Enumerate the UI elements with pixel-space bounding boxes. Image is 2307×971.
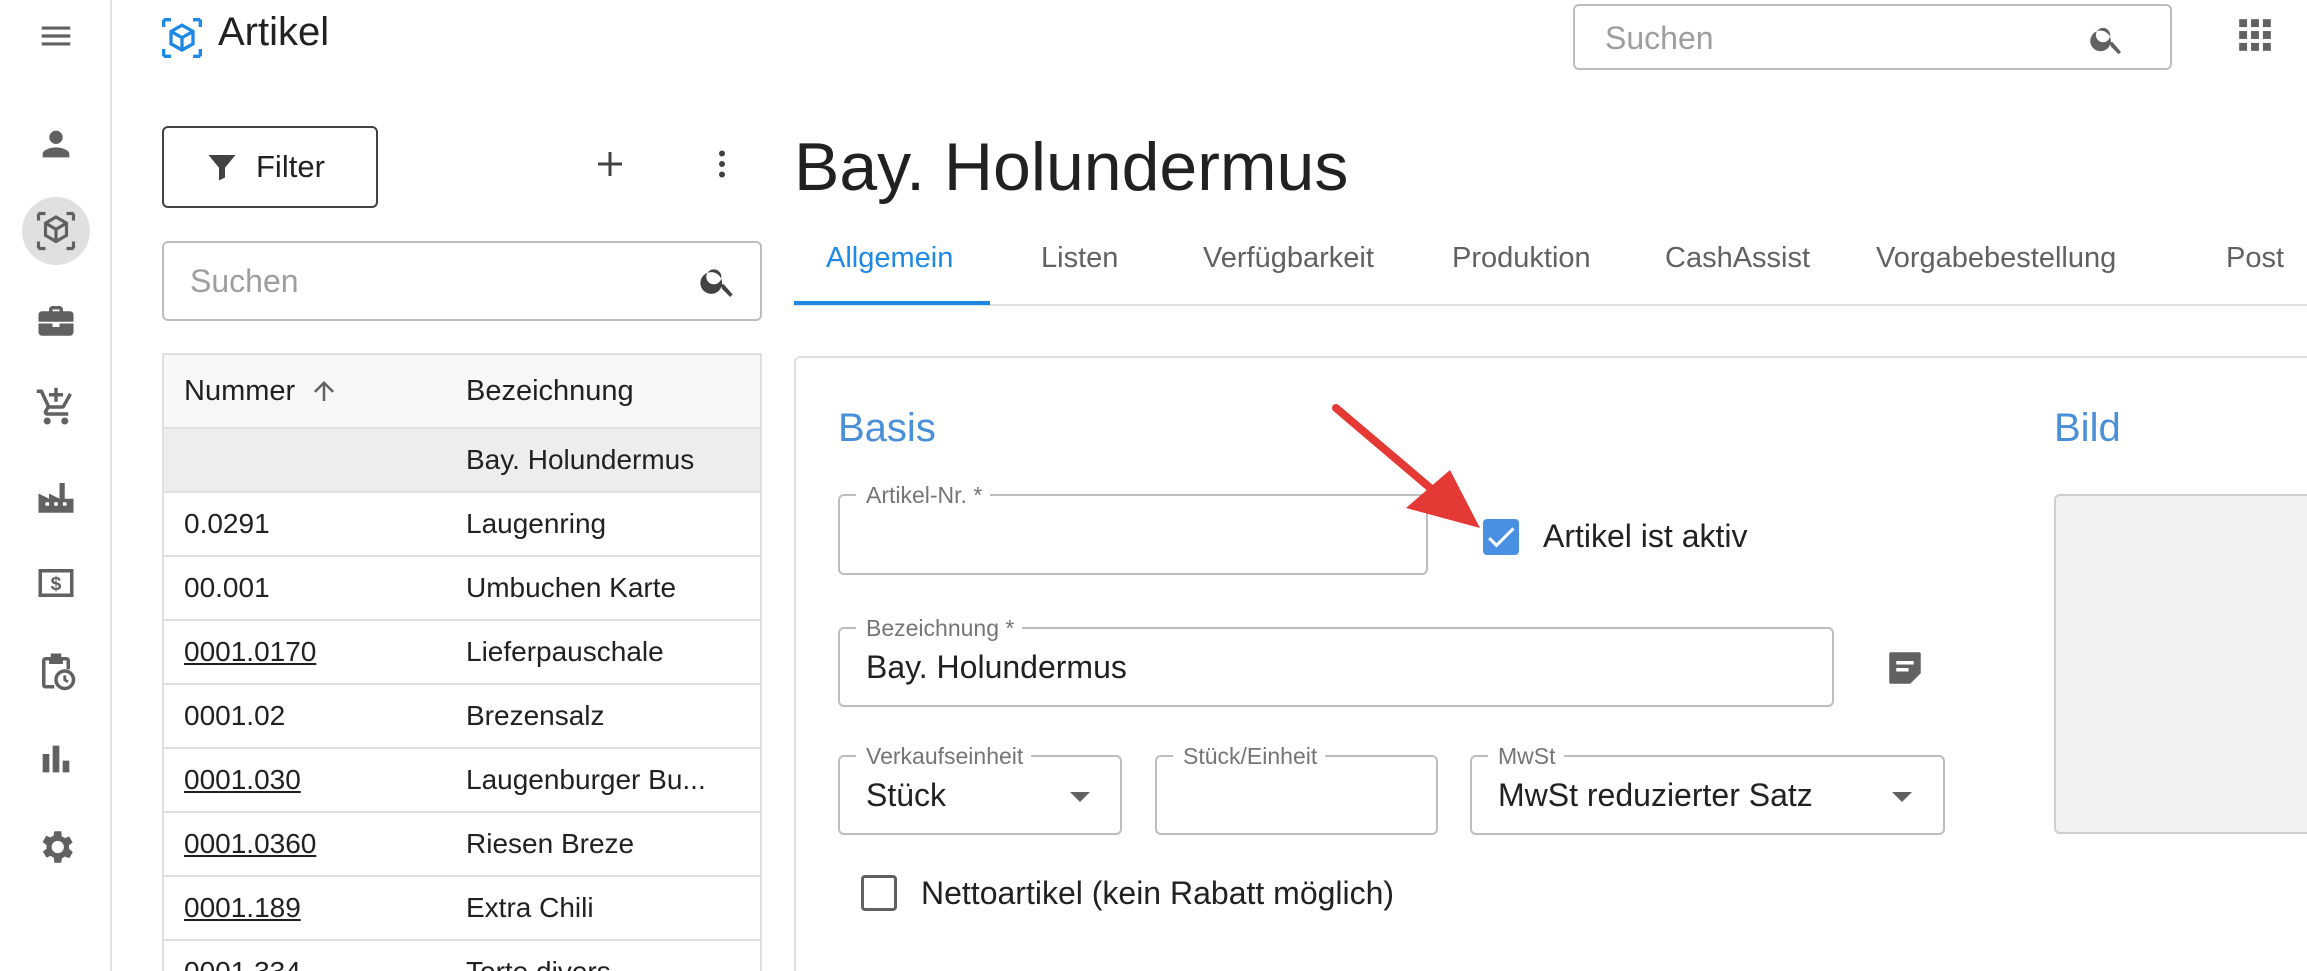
list-search[interactable] <box>162 241 762 321</box>
chevron-down-icon[interactable] <box>1892 792 1912 802</box>
gear-icon[interactable] <box>30 821 82 873</box>
article-table: Nummer Bezeichnung Bay. Holundermus 0.029… <box>162 353 762 971</box>
table-row[interactable]: 0001.0360 Riesen Breze <box>164 813 760 877</box>
sort-ascending-icon[interactable] <box>309 376 339 406</box>
stueck-einheit-field[interactable]: Stück/Einheit <box>1155 743 1438 835</box>
plus-icon <box>598 152 622 176</box>
bar-chart-icon[interactable] <box>30 733 82 785</box>
row-name: Umbuchen Karte <box>466 572 677 603</box>
tab-listen[interactable]: Listen <box>1041 242 1118 275</box>
column-header-number-label: Nummer <box>184 374 296 407</box>
verkaufseinheit-value: Stück <box>866 777 947 813</box>
add-button[interactable] <box>586 140 634 188</box>
menu-icon[interactable] <box>30 10 82 62</box>
note-icon[interactable] <box>1884 647 1926 689</box>
row-number[interactable]: 0001.189 <box>164 892 464 924</box>
mwst-value: MwSt reduzierter Satz <box>1498 777 1813 813</box>
person-icon[interactable] <box>30 118 82 170</box>
bezeichnung-field[interactable]: Bezeichnung * Bay. Holundermus <box>838 615 1834 707</box>
section-title-basis: Basis <box>838 406 936 450</box>
clipboard-clock-icon[interactable] <box>30 645 82 697</box>
bezeichnung-label: Bezeichnung * <box>856 615 1023 642</box>
artikel-nr-label: Artikel-Nr. * <box>856 482 991 509</box>
stueck-einheit-label: Stück/Einheit <box>1173 743 1326 770</box>
artikel-aktiv-label: Artikel ist aktiv <box>1543 518 1748 554</box>
row-number[interactable]: 0001.030 <box>164 764 464 796</box>
nettoartikel-checkbox[interactable] <box>861 875 897 911</box>
cart-icon[interactable] <box>30 381 82 433</box>
section-title-bild: Bild <box>2054 406 2121 450</box>
table-row[interactable]: 0001.334Torte divers <box>164 941 760 971</box>
verkaufseinheit-select[interactable]: Verkaufseinheit Stück <box>838 743 1122 835</box>
global-search[interactable] <box>1573 4 2172 70</box>
tab-produktion[interactable]: Produktion <box>1452 242 1591 275</box>
app-logo-icon <box>162 18 202 58</box>
tab-verfuegbarkeit[interactable]: Verfügbarkeit <box>1203 242 1374 275</box>
side-rail: $ <box>0 0 112 971</box>
active-tab-indicator <box>794 301 990 305</box>
filter-button-label: Filter <box>256 149 325 184</box>
page-title: Bay. Holundermus <box>794 129 1349 205</box>
row-number[interactable]: 0001.0170 <box>164 636 464 668</box>
annotation-arrow <box>1332 404 1480 528</box>
chevron-down-icon[interactable] <box>1070 792 1090 802</box>
more-options-button[interactable] <box>698 140 746 188</box>
table-row[interactable]: 0.0291 Laugenring <box>164 493 760 557</box>
row-name: Laugenburger Bu... <box>466 764 706 795</box>
table-header: Nummer Bezeichnung <box>164 355 760 429</box>
table-row[interactable]: 0001.02 Brezensalz <box>164 685 760 749</box>
row-number: 0001.334 <box>164 956 464 971</box>
row-name: Extra Chili <box>466 892 594 923</box>
nettoartikel-label: Nettoartikel (kein Rabatt möglich) <box>921 875 1395 911</box>
filter-button[interactable]: Filter <box>162 126 378 208</box>
mwst-label: MwSt <box>1488 743 1564 770</box>
money-icon[interactable]: $ <box>30 557 82 609</box>
row-number: 0.0291 <box>184 508 270 539</box>
image-placeholder[interactable] <box>2054 494 2307 834</box>
table-row[interactable]: 0001.030 Laugenburger Bu... <box>164 749 760 813</box>
tab-post[interactable]: Post <box>2226 242 2284 275</box>
filter-icon <box>208 155 236 181</box>
apps-grid-icon[interactable] <box>2236 16 2274 54</box>
row-name: Brezensalz <box>466 700 605 731</box>
row-number[interactable]: 0001.0360 <box>164 828 464 860</box>
factory-icon[interactable] <box>30 471 82 523</box>
row-name: Laugenring <box>466 508 607 539</box>
tab-allgemein[interactable]: Allgemein <box>826 242 953 275</box>
row-name: Lieferpauschale <box>466 636 664 667</box>
row-name: Riesen Breze <box>466 828 635 859</box>
row-number: 0001.02 <box>184 700 286 731</box>
search-icon[interactable] <box>2088 20 2126 58</box>
tab-vorgabebestellung[interactable]: Vorgabebestellung <box>1876 242 2116 275</box>
list-search-input[interactable] <box>190 259 670 303</box>
table-row[interactable]: Bay. Holundermus <box>164 429 760 493</box>
article-icon[interactable] <box>22 197 90 265</box>
tab-cashassist[interactable]: CashAssist <box>1665 242 1810 275</box>
column-header-number[interactable]: Nummer <box>164 375 464 408</box>
column-header-name[interactable]: Bezeichnung <box>464 375 760 408</box>
bezeichnung-value: Bay. Holundermus <box>866 649 1127 685</box>
global-search-input[interactable] <box>1605 16 2075 60</box>
verkaufseinheit-label: Verkaufseinheit <box>856 743 1032 770</box>
row-name: Bay. Holundermus <box>466 444 695 475</box>
table-row[interactable]: 00.001 Umbuchen Karte <box>164 557 760 621</box>
more-vert-icon <box>719 150 725 178</box>
svg-text:$: $ <box>51 574 62 595</box>
row-number: 00.001 <box>184 572 270 603</box>
table-row[interactable]: 0001.189 Extra Chili <box>164 877 760 941</box>
detail-tabs: Allgemein Listen Verfügbarkeit Produktio… <box>794 228 2307 306</box>
row-name: Torte divers <box>464 956 760 971</box>
briefcase-icon[interactable] <box>30 294 82 346</box>
search-icon[interactable] <box>698 261 738 301</box>
app-title: Artikel <box>218 10 330 54</box>
table-row[interactable]: 0001.0170 Lieferpauschale <box>164 621 760 685</box>
mwst-select[interactable]: MwSt MwSt reduzierter Satz <box>1470 743 1945 835</box>
